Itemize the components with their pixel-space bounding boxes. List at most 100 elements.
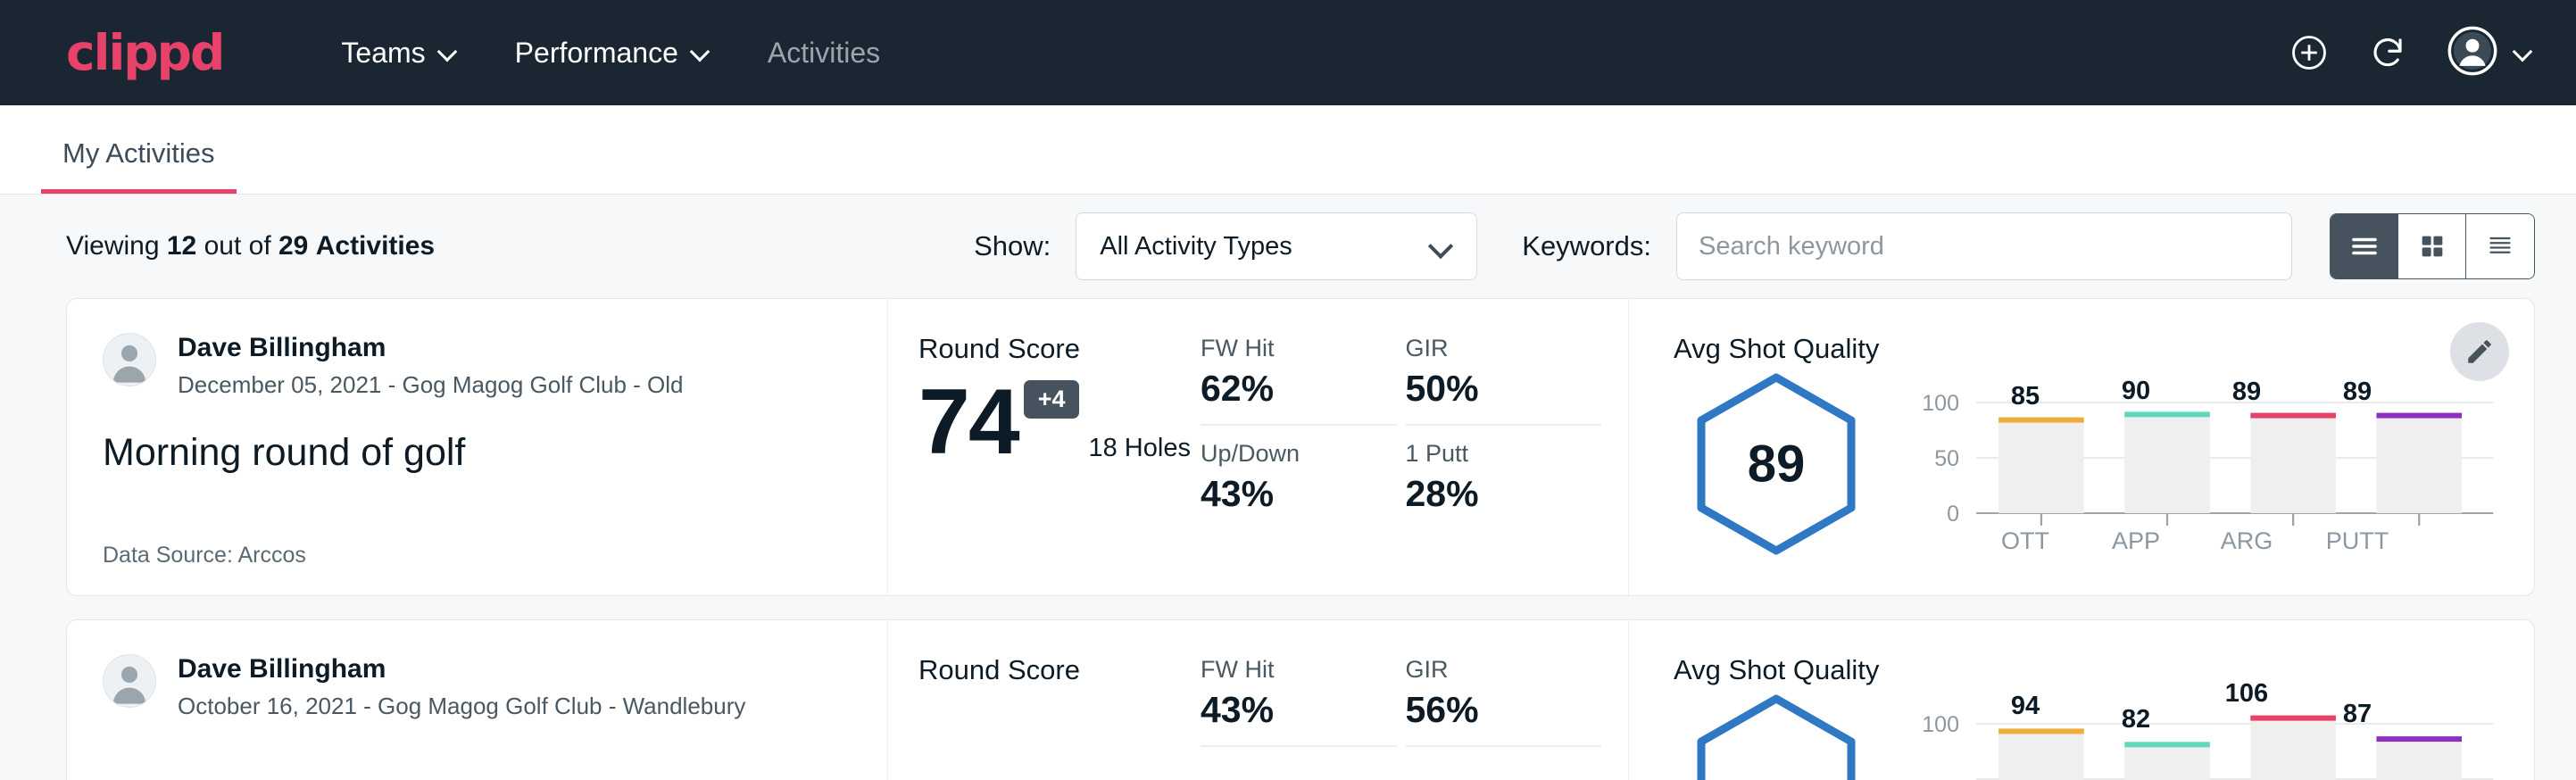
- x-tick-label: OTT: [1988, 527, 2063, 555]
- compact-view-button[interactable]: [2466, 214, 2534, 278]
- stat-label: 1 Putt: [1406, 440, 1579, 468]
- clippd-logo[interactable]: clippd: [66, 29, 223, 78]
- stat-value: 28%: [1406, 473, 1579, 515]
- activity-title: Morning round of golf: [103, 431, 852, 475]
- account-avatar-icon: [2447, 26, 2497, 80]
- stats-grid: FW Hit 62% GIR 50% Up/Down 43% 1 Putt 28…: [1201, 299, 1629, 595]
- bar-value-label: 82: [2098, 705, 2173, 734]
- nav-item-performance[interactable]: Performance: [486, 37, 739, 70]
- player-header: Dave Billingham December 05, 2021 - Gog …: [103, 333, 852, 399]
- show-label: Show:: [974, 230, 1051, 262]
- view-mode-toggle: [2330, 213, 2535, 279]
- list-view-button[interactable]: [2331, 214, 2398, 278]
- nav-item-performance-label: Performance: [515, 37, 678, 70]
- player-text: Dave Billingham December 05, 2021 - Gog …: [178, 333, 684, 399]
- filter-toolbar: Viewing 12 out of 29 Activities Show: Al…: [0, 195, 2576, 298]
- activity-list: Dave Billingham December 05, 2021 - Gog …: [0, 298, 2576, 780]
- activity-type-value: All Activity Types: [1100, 232, 1292, 261]
- bar-value-label: 94: [1988, 692, 2063, 721]
- player-header: Dave Billingham October 16, 2021 - Gog M…: [103, 654, 852, 720]
- primary-nav: Teams Performance Activities: [312, 37, 909, 70]
- x-tick-label: APP: [2098, 527, 2173, 555]
- activity-info: Dave Billingham October 16, 2021 - Gog M…: [67, 620, 888, 780]
- activity-meta: December 05, 2021 - Gog Magog Golf Club …: [178, 371, 684, 399]
- viewing-suffix: Activities: [316, 231, 435, 261]
- stat-fw-hit: FW Hit 43%: [1201, 656, 1397, 747]
- quality-content: 89: [1674, 369, 2498, 560]
- top-navigation-bar: clippd Teams Performance Activities: [0, 0, 2576, 105]
- stat-value: 56%: [1406, 689, 1579, 731]
- stat-label: GIR: [1406, 656, 1579, 684]
- y-tick-label: 0: [1909, 502, 1959, 527]
- round-score-value: 74: [918, 376, 1018, 469]
- stat-up-down: Up/Down 43%: [1201, 426, 1397, 515]
- stat-one-putt: 1 Putt 28%: [1406, 426, 1602, 515]
- nav-item-activities-label: Activities: [768, 37, 880, 70]
- viewing-total: 29: [278, 231, 308, 261]
- bar-value-label: 106: [2209, 679, 2284, 709]
- chevron-down-icon: [438, 43, 458, 62]
- hexagon-icon: [1687, 690, 1866, 780]
- nav-item-activities[interactable]: Activities: [739, 37, 909, 70]
- stat-fw-hit: FW Hit 62%: [1201, 335, 1397, 426]
- viewing-prefix: Viewing: [66, 231, 160, 261]
- stats-grid: FW Hit 43% GIR 56%: [1201, 620, 1629, 780]
- y-tick-label: 100: [1909, 391, 1959, 417]
- stat-label: FW Hit: [1201, 335, 1374, 362]
- x-tick-label: PUTT: [2320, 527, 2395, 555]
- x-tick-label: ARG: [2209, 527, 2284, 555]
- viewing-middle: out of: [204, 231, 271, 261]
- stat-label: FW Hit: [1201, 656, 1374, 684]
- top-nav-actions: [2290, 26, 2533, 80]
- stat-gir: GIR 56%: [1406, 656, 1602, 747]
- avg-shot-quality-section: Avg Shot Quality: [1629, 620, 2534, 780]
- bar-value-label: 85: [1988, 382, 2063, 411]
- shot-quality-bar-chart: 100 94 82 106 87: [1879, 690, 2498, 780]
- bar-value-label: 87: [2320, 700, 2395, 729]
- round-score-section: Round Score 74 +4 18 Holes: [888, 299, 1201, 595]
- grid-view-button[interactable]: [2398, 214, 2466, 278]
- quality-content: 100 94 82 106 87: [1674, 690, 2498, 780]
- stat-label: GIR: [1406, 335, 1579, 362]
- stat-value: 43%: [1201, 473, 1374, 515]
- stat-value: 50%: [1406, 368, 1579, 410]
- edit-activity-button[interactable]: [2450, 322, 2509, 381]
- add-circle-icon[interactable]: [2290, 34, 2328, 71]
- y-tick-label: 50: [1909, 446, 1959, 472]
- nav-item-teams[interactable]: Teams: [312, 37, 486, 70]
- holes-played: 18 Holes: [1088, 434, 1190, 463]
- quality-score: 89: [1748, 435, 1806, 494]
- activity-card[interactable]: Dave Billingham October 16, 2021 - Gog M…: [66, 619, 2535, 780]
- quality-hexagon: [1674, 690, 1879, 780]
- y-tick-label: 100: [1909, 712, 1959, 738]
- avatar: [103, 654, 156, 708]
- nav-item-teams-label: Teams: [341, 37, 425, 70]
- search-input[interactable]: [1676, 212, 2292, 280]
- data-source: Data Source: Arccos: [103, 543, 852, 568]
- activity-card[interactable]: Dave Billingham December 05, 2021 - Gog …: [66, 298, 2535, 596]
- viewing-count-text: Viewing 12 out of 29 Activities: [66, 231, 435, 261]
- avatar: [103, 333, 156, 386]
- stat-value: 62%: [1201, 368, 1374, 410]
- tab-my-activities[interactable]: My Activities: [41, 137, 237, 194]
- pencil-icon: [2464, 336, 2495, 367]
- round-score-value-row: 74 +4 18 Holes: [918, 376, 1201, 469]
- bar-value-label: 89: [2320, 378, 2395, 407]
- filter-controls: Show: All Activity Types Keywords:: [974, 212, 2535, 280]
- stat-label: Up/Down: [1201, 440, 1374, 468]
- chevron-down-icon: [2514, 43, 2533, 62]
- account-menu[interactable]: [2447, 26, 2533, 80]
- activity-meta: October 16, 2021 - Gog Magog Golf Club -…: [178, 693, 745, 720]
- activity-type-select[interactable]: All Activity Types: [1076, 212, 1477, 280]
- stat-gir: GIR 50%: [1406, 335, 1602, 426]
- keywords-label: Keywords:: [1522, 230, 1651, 262]
- avg-shot-quality-label: Avg Shot Quality: [1674, 333, 2498, 365]
- score-diff-badge: +4: [1024, 380, 1080, 419]
- bar-value-label: 89: [2209, 378, 2284, 407]
- tab-strip: My Activities: [0, 105, 2576, 195]
- refresh-icon[interactable]: [2369, 34, 2406, 71]
- viewing-count: 12: [167, 231, 196, 261]
- quality-hexagon: 89: [1674, 369, 1879, 560]
- activity-info: Dave Billingham December 05, 2021 - Gog …: [67, 299, 888, 595]
- chevron-down-icon: [1430, 235, 1453, 258]
